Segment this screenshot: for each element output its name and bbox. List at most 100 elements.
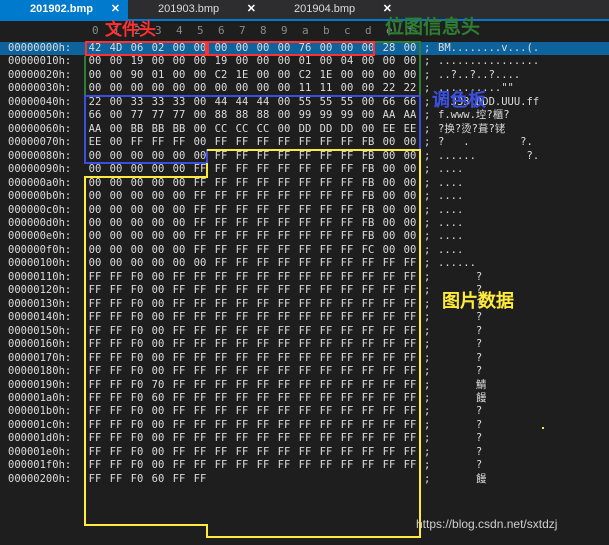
hex-byte[interactable]: FF <box>190 163 210 176</box>
hex-byte[interactable]: 90 <box>127 69 147 82</box>
hex-byte[interactable]: FF <box>337 163 357 176</box>
hex-byte[interactable]: FB <box>358 150 378 163</box>
hex-byte[interactable]: FF <box>106 352 126 365</box>
hex-byte[interactable]: 00 <box>106 190 126 203</box>
hex-byte[interactable]: FF <box>295 150 315 163</box>
hex-byte[interactable]: 00 <box>190 109 210 122</box>
hex-row[interactable]: 00000200h: FF FF F0 60 FF FF; 饅 <box>0 473 609 486</box>
hex-byte[interactable]: 77 <box>169 109 189 122</box>
hex-byte[interactable]: 00 <box>232 55 252 68</box>
hex-byte[interactable]: FF <box>358 284 378 297</box>
hex-byte[interactable]: FF <box>358 298 378 311</box>
hex-row[interactable]: 00000050h: 66 00 77 77 77 00 88 88 88 00 99 99 99 00 AA… <box>0 109 609 122</box>
hex-byte[interactable]: 00 <box>148 230 168 243</box>
hex-byte[interactable]: FF <box>211 311 231 324</box>
hex-byte[interactable]: EE <box>85 136 105 149</box>
hex-byte[interactable]: FF <box>316 298 336 311</box>
hex-byte[interactable]: FF <box>400 379 420 392</box>
hex-byte[interactable]: FF <box>106 271 126 284</box>
hex-byte[interactable]: FF <box>274 405 294 418</box>
hex-byte[interactable]: 00 <box>190 257 210 270</box>
hex-byte[interactable]: 00 <box>379 150 399 163</box>
hex-byte[interactable]: FF <box>400 392 420 405</box>
hex-byte[interactable]: FF <box>274 379 294 392</box>
hex-byte[interactable]: 00 <box>148 284 168 297</box>
hex-byte[interactable]: FF <box>106 338 126 351</box>
hex-byte[interactable]: FF <box>358 459 378 472</box>
hex-byte[interactable]: FF <box>106 405 126 418</box>
hex-byte[interactable]: 00 <box>316 55 336 68</box>
hex-byte[interactable]: FF <box>232 190 252 203</box>
hex-byte[interactable]: FF <box>400 446 420 459</box>
hex-byte[interactable]: F0 <box>127 338 147 351</box>
hex-byte[interactable]: FF <box>274 230 294 243</box>
hex-byte[interactable]: FF <box>316 163 336 176</box>
hex-byte[interactable]: 00 <box>400 190 420 203</box>
hex-byte[interactable]: FF <box>106 298 126 311</box>
hex-byte[interactable]: FF <box>358 325 378 338</box>
hex-byte[interactable]: FF <box>316 338 336 351</box>
hex-byte[interactable]: FF <box>295 405 315 418</box>
hex-byte[interactable]: 00 <box>169 69 189 82</box>
hex-byte[interactable]: FF <box>337 150 357 163</box>
hex-byte[interactable]: FF <box>211 298 231 311</box>
hex-byte[interactable]: FF <box>85 419 105 432</box>
hex-byte[interactable]: 00 <box>232 42 252 55</box>
hex-byte[interactable]: FF <box>379 257 399 270</box>
hex-byte[interactable]: FF <box>106 379 126 392</box>
hex-byte[interactable]: FF <box>274 150 294 163</box>
hex-byte[interactable]: FF <box>106 473 126 486</box>
hex-byte[interactable]: FF <box>295 217 315 230</box>
hex-byte[interactable]: FF <box>358 352 378 365</box>
hex-byte[interactable]: FF <box>232 352 252 365</box>
hex-byte[interactable]: 00 <box>106 136 126 149</box>
hex-byte[interactable]: FF <box>106 365 126 378</box>
hex-byte[interactable]: 00 <box>190 123 210 136</box>
hex-byte[interactable]: FF <box>106 392 126 405</box>
hex-byte[interactable]: FF <box>253 365 273 378</box>
hex-byte[interactable]: 00 <box>316 42 336 55</box>
hex-byte[interactable]: FF <box>169 432 189 445</box>
hex-byte[interactable]: 76 <box>295 42 315 55</box>
hex-byte[interactable]: FF <box>274 338 294 351</box>
hex-byte[interactable]: FF <box>337 365 357 378</box>
hex-byte[interactable]: FF <box>253 284 273 297</box>
hex-byte[interactable]: FF <box>400 325 420 338</box>
hex-byte[interactable]: FF <box>85 271 105 284</box>
hex-byte[interactable]: F0 <box>127 271 147 284</box>
hex-byte[interactable]: 00 <box>148 55 168 68</box>
hex-byte[interactable]: FB <box>358 217 378 230</box>
hex-byte[interactable]: FF <box>316 204 336 217</box>
hex-byte[interactable]: 00 <box>106 177 126 190</box>
hex-byte[interactable]: 00 <box>148 177 168 190</box>
hex-byte[interactable]: 00 <box>106 55 126 68</box>
hex-byte[interactable]: FF <box>190 459 210 472</box>
hex-byte[interactable]: FF <box>316 150 336 163</box>
hex-byte[interactable]: FF <box>232 163 252 176</box>
hex-byte[interactable]: FF <box>316 271 336 284</box>
hex-byte[interactable]: FF <box>253 217 273 230</box>
hex-byte[interactable]: FF <box>253 325 273 338</box>
hex-byte[interactable]: 00 <box>148 311 168 324</box>
hex-byte[interactable]: FF <box>295 244 315 257</box>
hex-row[interactable]: 000001f0h: FF FF F0 00 FF FF FF FF FF FF FF FF FF FF FF… <box>0 459 609 472</box>
hex-byte[interactable]: 00 <box>148 217 168 230</box>
hex-byte[interactable]: FF <box>190 177 210 190</box>
hex-byte[interactable]: FF <box>106 432 126 445</box>
hex-byte[interactable]: FF <box>274 432 294 445</box>
hex-byte[interactable]: FF <box>169 325 189 338</box>
hex-byte[interactable]: 00 <box>379 177 399 190</box>
hex-row[interactable]: 000000f0h: 00 00 00 00 00 FF FF FF FF FF FF FF FF FC 00… <box>0 244 609 257</box>
hex-byte[interactable]: 00 <box>148 419 168 432</box>
hex-byte[interactable]: 70 <box>148 379 168 392</box>
hex-byte[interactable]: CC <box>211 123 231 136</box>
hex-byte[interactable]: 66 <box>400 96 420 109</box>
hex-byte[interactable]: FF <box>358 405 378 418</box>
hex-byte[interactable]: FB <box>358 230 378 243</box>
hex-byte[interactable]: 00 <box>127 163 147 176</box>
hex-row[interactable]: 00000080h: 00 00 00 00 00 00 FF FF FF FF FF FF FF FB 00… <box>0 150 609 163</box>
hex-byte[interactable]: 00 <box>85 177 105 190</box>
hex-byte[interactable]: 33 <box>148 96 168 109</box>
hex-byte[interactable]: FC <box>358 244 378 257</box>
hex-byte[interactable]: 00 <box>274 82 294 95</box>
